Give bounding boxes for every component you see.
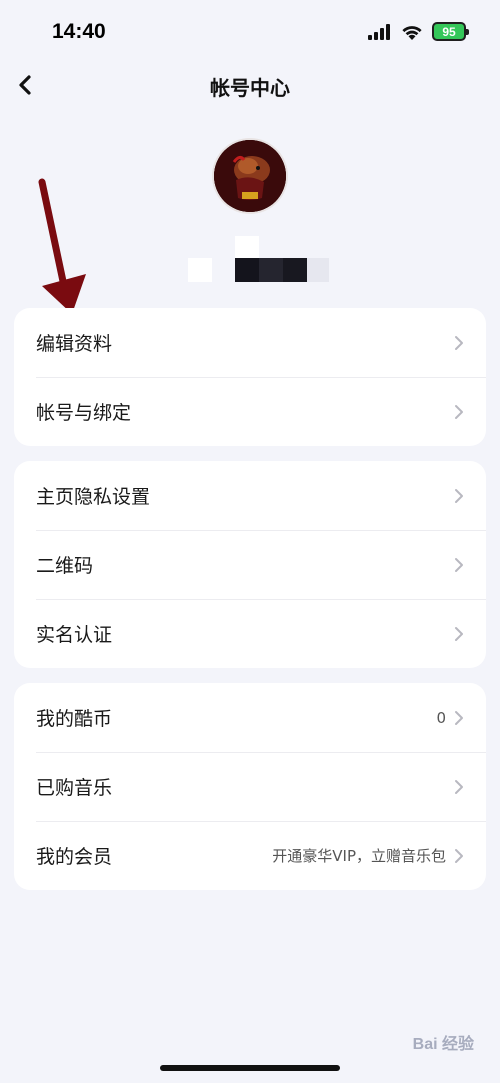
annotation-arrow [38, 178, 86, 314]
username-mask [307, 258, 329, 282]
purchased-music-row[interactable]: 已购音乐 [14, 752, 486, 821]
row-label: 编辑资料 [36, 333, 113, 355]
qr-code-row[interactable]: 二维码 [14, 530, 486, 599]
page-title: 帐号中心 [210, 76, 290, 100]
username-mask [259, 258, 283, 282]
signal-icon [368, 23, 390, 40]
username-mask [235, 236, 259, 258]
row-label: 实名认证 [36, 624, 113, 646]
row-label: 我的酷币 [36, 708, 113, 730]
wifi-icon [402, 25, 422, 40]
username-mask [283, 258, 307, 282]
row-label: 主页隐私设置 [36, 486, 151, 508]
status-bar: 14:40 95 [0, 0, 500, 66]
chevron-right-icon [455, 488, 463, 503]
nav-bar: 帐号中心 [0, 60, 500, 110]
edit-profile-row[interactable]: 编辑资料 [14, 308, 486, 377]
chevron-right-icon [455, 779, 463, 794]
home-indicator[interactable] [160, 1065, 340, 1071]
chevron-right-icon [455, 557, 463, 572]
chevron-right-icon [455, 404, 463, 419]
section-assets: 我的酷币 0 已购音乐 我的会员 开通豪华VIP，立赠音乐包 [14, 683, 486, 890]
chevron-right-icon [455, 335, 463, 350]
my-membership-row[interactable]: 我的会员 开通豪华VIP，立赠音乐包 [14, 821, 486, 890]
watermark: Bai 经验 [412, 1036, 474, 1053]
status-icons: 95 [368, 22, 469, 41]
status-time: 14:40 [52, 20, 106, 43]
chevron-right-icon [455, 710, 463, 725]
real-name-verification-row[interactable]: 实名认证 [14, 599, 486, 668]
avatar-image [214, 140, 286, 212]
privacy-settings-row[interactable]: 主页隐私设置 [14, 461, 486, 530]
account-binding-row[interactable]: 帐号与绑定 [14, 377, 486, 446]
chevron-right-icon [455, 848, 463, 863]
row-label: 已购音乐 [36, 777, 113, 799]
row-label: 我的会员 [36, 846, 113, 868]
section-privacy: 主页隐私设置 二维码 实名认证 [14, 461, 486, 668]
avatar[interactable] [214, 140, 286, 212]
row-label: 帐号与绑定 [36, 402, 132, 424]
battery-level: 95 [442, 24, 456, 39]
username-mask [188, 258, 212, 282]
kugou-coins-row[interactable]: 我的酷币 0 [14, 683, 486, 752]
battery-icon: 95 [432, 22, 469, 41]
username-mask [235, 258, 259, 282]
membership-promo: 开通豪华VIP，立赠音乐包 [272, 847, 446, 865]
chevron-right-icon [455, 626, 463, 641]
row-label: 二维码 [36, 555, 94, 577]
coins-value: 0 [436, 708, 446, 727]
section-account: 编辑资料 帐号与绑定 [14, 308, 486, 446]
